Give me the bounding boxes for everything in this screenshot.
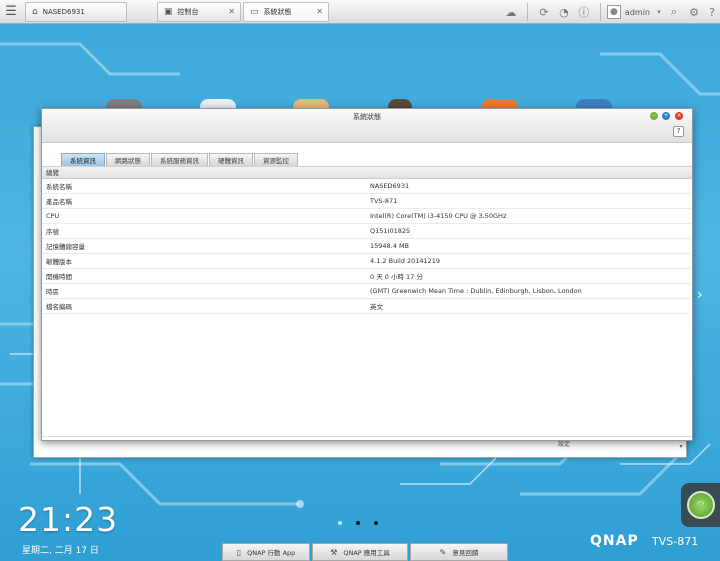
model-name: TVS-871 <box>652 535 699 548</box>
utility-button[interactable]: ⚒ QNAP 應用工具 <box>312 543 408 561</box>
bottom-dock: ▯ QNAP 行動 App ⚒ QNAP 應用工具 ✎ 意見回饋 <box>222 543 510 561</box>
row-value: NASED6931 <box>370 182 410 190</box>
row-value: 英文 <box>370 303 383 311</box>
refresh-icon[interactable]: ⟳ <box>534 6 554 19</box>
minimize-icon[interactable]: – <box>650 112 658 120</box>
row-value: (GMT) Greenwich Mean Time : Dublin, Edin… <box>370 287 582 295</box>
table-row: 開機時間 0 天 0 小時 17 分 <box>42 269 692 284</box>
cloud-icon[interactable]: ☁ <box>501 6 521 19</box>
row-key: 開機時間 <box>46 273 72 281</box>
table-row: CPU Intel(R) Core(TM) i3-4150 CPU @ 3.50G… <box>42 209 692 224</box>
dashboard-widget[interactable]: ◠ <box>681 483 720 527</box>
mobile-app-button[interactable]: ▯ QNAP 行動 App <box>222 543 310 561</box>
tab-hardware-info[interactable]: 硬體資訊 <box>209 153 253 166</box>
menu-icon[interactable]: ☰ <box>0 0 22 24</box>
tab-network-status[interactable]: 網路狀態 <box>106 153 150 166</box>
info-table: 系統名稱 NASED6931 產品名稱 TVS-871 CPU Intel(R) Co… <box>42 179 692 314</box>
user-icon[interactable]: ● <box>606 5 621 19</box>
row-key: CPU <box>46 212 60 220</box>
page-indicator <box>338 521 392 525</box>
table-row: 記憶體總容量 15948.4 MB <box>42 239 692 254</box>
monitor-icon: ▭ <box>250 6 259 17</box>
help-icon[interactable]: ? <box>704 6 720 19</box>
feedback-button[interactable]: ✎ 意見回饋 <box>410 543 508 561</box>
table-row: 產品名稱 TVS-871 <box>42 194 692 209</box>
table-row: 序號 Q151I01825 <box>42 224 692 239</box>
mobile-app-label: QNAP 行動 App <box>247 549 296 557</box>
row-value: Q151I01825 <box>370 227 411 235</box>
row-key: 時區 <box>46 288 59 296</box>
info-icon[interactable]: ⓘ <box>574 4 594 20</box>
page-dot-active[interactable] <box>356 521 360 525</box>
row-value: TVS-871 <box>370 197 398 205</box>
tab-control-panel-label: 控制台 <box>177 7 199 16</box>
row-key: 產品名稱 <box>46 198 72 206</box>
tab-system-services[interactable]: 系統服務資訊 <box>151 153 208 166</box>
tab-system-info[interactable]: 系統資訊 <box>61 153 105 166</box>
gear-icon[interactable]: ⚙ <box>684 6 704 19</box>
close-icon[interactable]: × <box>675 112 683 120</box>
gauge-icon: ◠ <box>686 491 715 519</box>
tools-icon: ⚒ <box>330 547 338 557</box>
feedback-icon: ✎ <box>439 547 447 557</box>
tab-system-status[interactable]: ▭ 系統狀態 ✕ <box>243 1 329 22</box>
home-icon: ⌂ <box>32 6 38 17</box>
table-row: 檔名編碼 英文 <box>42 299 692 314</box>
taskbar-divider <box>526 3 528 21</box>
feedback-label: 意見回饋 <box>452 549 479 557</box>
table-row: 韌體版本 4.1.2 Build 20141219 <box>42 254 692 269</box>
page-dot[interactable] <box>338 521 342 525</box>
row-value: 4.1.2 Build 20141219 <box>370 257 441 265</box>
taskbar: ☰ ⌂ NASED6931 ▣ 控制台 ✕ ▭ 系統狀態 ✕ ☁ ⟳ ◔ ⓘ ●… <box>0 0 720 24</box>
user-name[interactable]: admin <box>625 8 650 17</box>
scroll-down-icon[interactable]: ▾ <box>676 443 686 457</box>
taskbar-tools: ☁ ⟳ ◔ ⓘ ● admin ▾ ⌕ ⚙ ? <box>501 0 720 24</box>
table-row: 時區 (GMT) Greenwich Mean Time : Dublin, Ed… <box>42 284 692 299</box>
row-value: Intel(R) Core(TM) i3-4150 CPU @ 3.50GHz <box>370 212 507 220</box>
row-key: 序號 <box>46 228 59 236</box>
table-row: 系統名稱 NASED6931 <box>42 179 692 194</box>
tab-home[interactable]: ⌂ NASED6931 <box>25 1 127 22</box>
clock-icon[interactable]: ◔ <box>554 6 574 19</box>
help-button[interactable]: ? <box>673 126 684 137</box>
utility-label: QNAP 應用工具 <box>343 549 390 557</box>
window-title: 系統狀態 <box>353 113 381 121</box>
phone-icon: ▯ <box>236 547 242 557</box>
row-key: 韌體版本 <box>46 258 72 266</box>
desktop-date: 星期二, 二月 17 日 <box>22 546 99 556</box>
search-icon[interactable]: ⌕ <box>664 5 684 19</box>
window-footer-line <box>42 436 692 437</box>
row-key: 記憶體總容量 <box>46 243 85 251</box>
section-header: 總覽 <box>42 167 692 179</box>
row-value: 15948.4 MB <box>370 242 410 250</box>
row-key: 系統名稱 <box>46 183 72 191</box>
taskbar-divider <box>599 3 601 21</box>
page-dot[interactable] <box>374 521 378 525</box>
tab-system-status-label: 系統狀態 <box>263 7 292 16</box>
tab-bar: 系統資訊 網路狀態 系統服務資訊 硬體資訊 資源監控 <box>42 143 692 167</box>
close-icon[interactable]: ✕ <box>228 7 235 16</box>
chevron-down-icon[interactable]: ▾ <box>654 8 664 16</box>
tab-control-panel[interactable]: ▣ 控制台 ✕ <box>157 1 241 22</box>
desktop-clock: 21:23 <box>18 500 119 539</box>
brand-logo: QNAP <box>590 533 639 549</box>
control-panel-icon: ▣ <box>164 6 173 17</box>
tab-resource-monitor[interactable]: 資源監控 <box>254 153 298 166</box>
maximize-icon[interactable]: + <box>662 112 670 120</box>
chevron-right-icon[interactable]: › <box>697 287 703 303</box>
row-value: 0 天 0 小時 17 分 <box>370 273 423 281</box>
window-titlebar[interactable]: 系統狀態 – + × ? <box>42 109 692 143</box>
tab-home-label: NASED6931 <box>42 7 85 16</box>
row-key: 檔名編碼 <box>46 303 72 311</box>
system-status-window: 系統狀態 – + × ? 系統資訊 網路狀態 系統服務資訊 硬體資訊 資源監控 … <box>41 108 693 441</box>
close-icon[interactable]: ✕ <box>316 7 323 16</box>
